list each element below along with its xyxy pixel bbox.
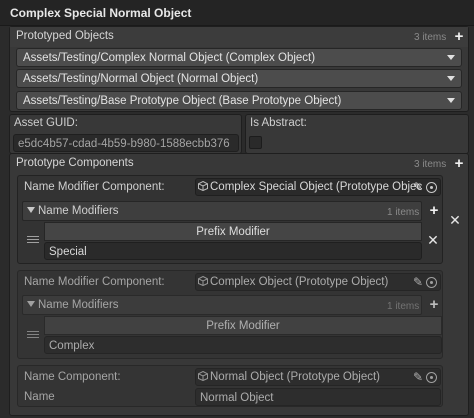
component-2-object-value: Complex Object (Prototype Object) — [210, 276, 389, 288]
component-card-2: Name Modifier Component: Complex Object … — [17, 270, 443, 359]
prototype-components-label: Prototype Components — [16, 157, 134, 169]
prototyped-objects-count: 3 items — [414, 32, 447, 43]
chevron-down-icon — [447, 76, 455, 81]
add-prototype-component-button[interactable]: + — [450, 156, 468, 172]
prototyped-object-dropdown-2-label: Assets/Testing/Normal Object (Normal Obj… — [23, 73, 259, 85]
is-abstract-label: Is Abstract: — [250, 117, 307, 129]
remove-component-1-button[interactable]: ✕ — [448, 213, 462, 227]
component-card-1: Name Modifier Component: Complex Special… — [17, 175, 443, 264]
is-abstract-panel: Is Abstract: — [245, 114, 469, 154]
prefab-cube-icon — [198, 371, 208, 381]
asset-guid-field[interactable]: e5dc4b57-cdad-4b59-b980-1588ecbb376 — [13, 134, 239, 152]
prototype-components-count: 3 items — [414, 159, 447, 170]
remove-modifier-button[interactable]: ✕ — [426, 233, 440, 247]
asset-guid-panel: Asset GUID: e5dc4b57-cdad-4b59-b980-1588… — [9, 114, 242, 154]
component-3-name-label: Name — [24, 391, 55, 403]
component-card-3: Name Component: Normal Object (Prototype… — [17, 365, 443, 407]
component-3-name-field[interactable]: Normal Object — [195, 388, 441, 406]
add-prototyped-object-button[interactable]: + — [450, 29, 468, 45]
component-1-name-modifiers-label: Name Modifiers — [27, 205, 119, 217]
prefab-cube-icon — [198, 276, 208, 286]
prototyped-objects-panel: Prototyped Objects 3 items + Assets/Test… — [9, 26, 469, 112]
component-2-name-modifiers-label: Name Modifiers — [27, 299, 119, 311]
component-1-name-modifiers-header[interactable]: Name Modifiers 1 items — [22, 201, 422, 221]
inspector-title: Complex Special Normal Object — [0, 0, 474, 26]
component-2-modifiers-count: 1 items — [387, 301, 420, 312]
component-2-object-field[interactable]: Complex Object (Prototype Object) — [195, 273, 441, 291]
component-3-label: Name Component: — [24, 371, 121, 383]
drag-handle-icon[interactable] — [27, 331, 39, 340]
prototyped-object-dropdown-3[interactable]: Assets/Testing/Base Prototype Object (Ba… — [16, 91, 462, 110]
foldout-triangle-icon — [27, 301, 35, 307]
component-2-modifier-title: Prefix Modifier — [44, 316, 442, 335]
edit-pencil-icon[interactable]: ✎ — [411, 275, 425, 289]
edit-pencil-icon[interactable]: ✎ — [411, 180, 425, 194]
component-1-modifier-value-field[interactable]: Special — [44, 242, 422, 260]
component-1-object-field[interactable]: Complex Special Object (Prototype Objec — [195, 178, 441, 196]
prototyped-object-dropdown-1-label: Assets/Testing/Complex Normal Object (Co… — [23, 52, 316, 64]
component-2-name-modifiers-header[interactable]: Name Modifiers 1 items — [22, 295, 422, 315]
component-2-modifier-value-field[interactable]: Complex — [44, 336, 442, 354]
component-3-object-value: Normal Object (Prototype Object) — [210, 371, 381, 383]
edit-pencil-icon[interactable]: ✎ — [411, 370, 425, 384]
drag-handle-icon[interactable] — [27, 236, 39, 245]
prototyped-objects-label: Prototyped Objects — [16, 30, 114, 42]
chevron-down-icon — [447, 55, 455, 60]
is-abstract-checkbox[interactable] — [249, 136, 262, 149]
add-name-modifier-button[interactable]: + — [425, 203, 443, 219]
component-1-modifier-title: Prefix Modifier — [44, 222, 422, 241]
prototyped-object-dropdown-2[interactable]: Assets/Testing/Normal Object (Normal Obj… — [16, 69, 462, 88]
add-name-modifier-button[interactable]: + — [425, 297, 443, 313]
foldout-triangle-icon — [27, 207, 35, 213]
component-1-object-value: Complex Special Object (Prototype Objec — [210, 181, 423, 193]
object-picker-icon[interactable] — [426, 277, 437, 288]
component-2-label: Name Modifier Component: — [24, 276, 165, 288]
object-picker-icon[interactable] — [426, 372, 437, 383]
component-3-object-field[interactable]: Normal Object (Prototype Object) — [195, 368, 441, 386]
component-1-label: Name Modifier Component: — [24, 181, 165, 193]
chevron-down-icon — [447, 98, 455, 103]
object-picker-icon[interactable] — [426, 182, 437, 193]
prototyped-object-dropdown-1[interactable]: Assets/Testing/Complex Normal Object (Co… — [16, 48, 462, 67]
prototyped-object-dropdown-3-label: Assets/Testing/Base Prototype Object (Ba… — [23, 95, 342, 107]
asset-guid-label: Asset GUID: — [14, 117, 78, 129]
prefab-cube-icon — [198, 181, 208, 191]
component-1-modifiers-count: 1 items — [387, 207, 420, 218]
